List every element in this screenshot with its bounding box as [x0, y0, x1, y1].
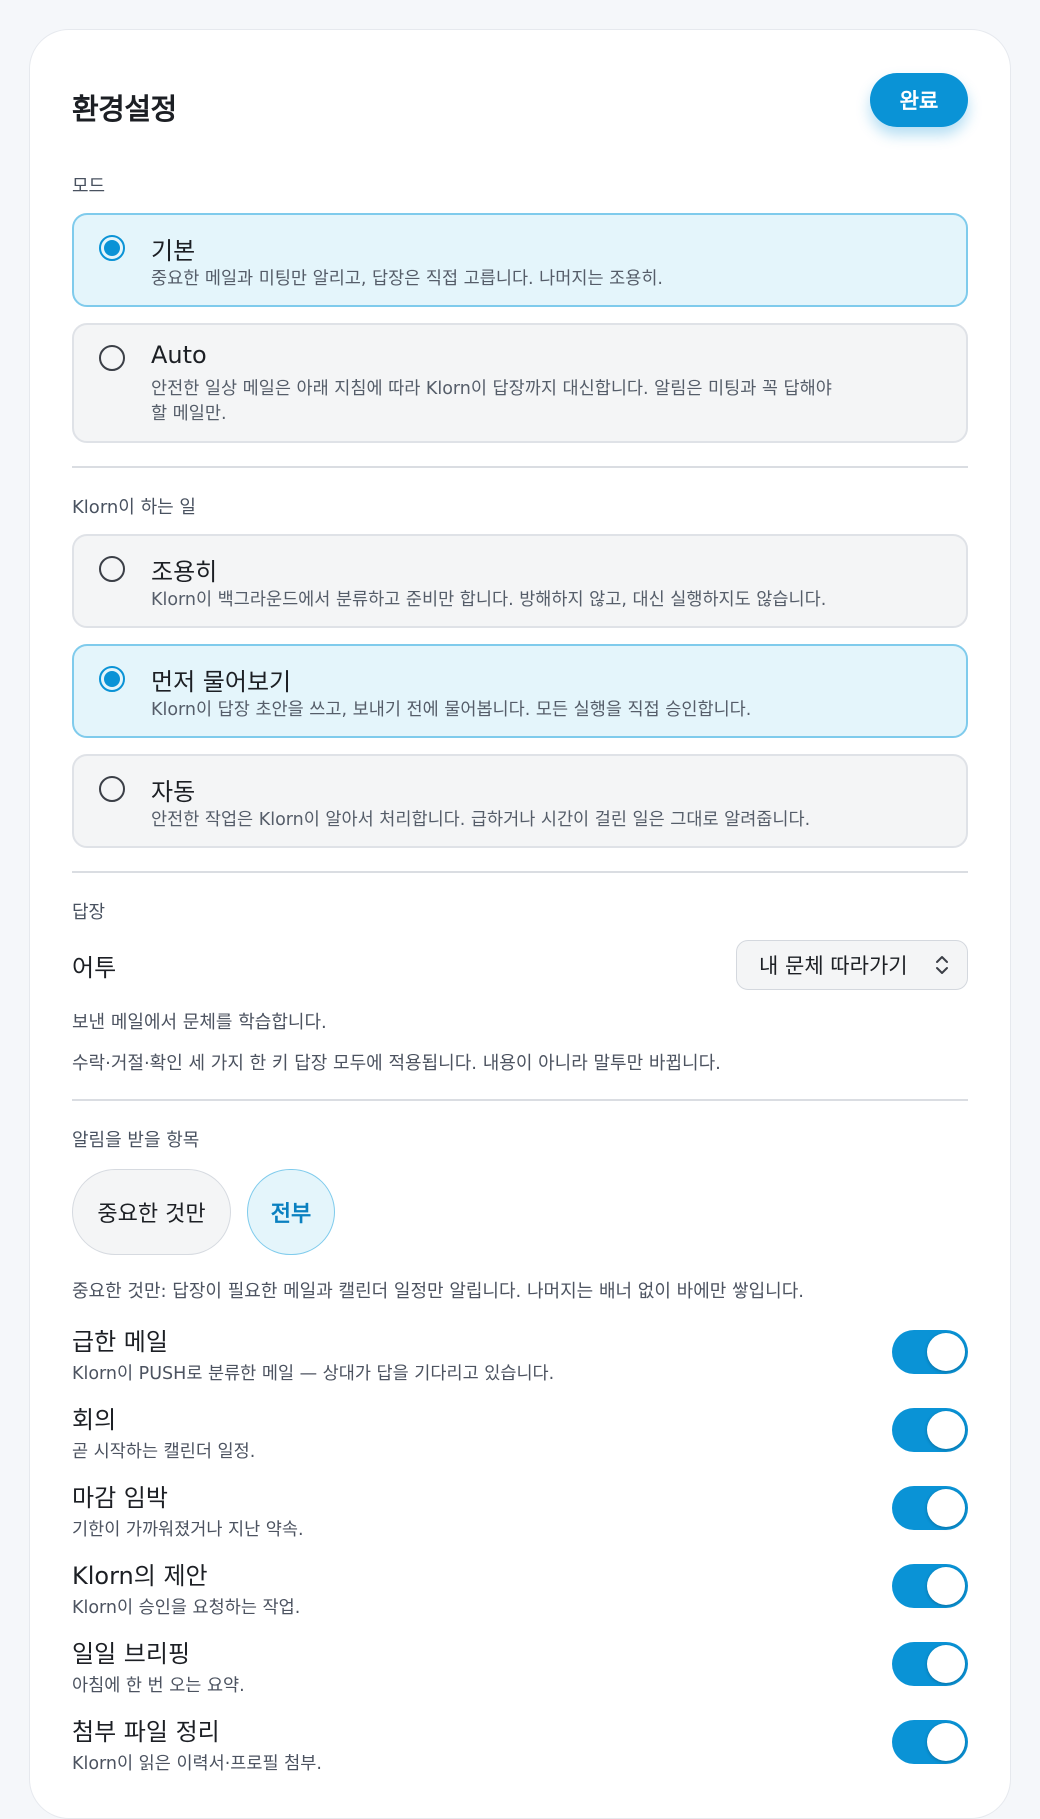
notify-row-deadlines: 마감 임박 기한이 가까워졌거나 지난 약속.	[72, 1478, 968, 1548]
toggle-title: 급한 메일	[72, 1328, 168, 1356]
option-title: 기본	[151, 237, 196, 265]
toggle-description: 기한이 가까워졌거나 지난 약속.	[72, 1520, 304, 1540]
option-description: Klorn이 백그라운드에서 분류하고 준비만 합니다. 방해하지 않고, 대신…	[151, 590, 827, 610]
tone-scope-text: 수락·거절·확인 세 가지 한 키 답장 모두에 적용됩니다. 내용이 아니라 …	[72, 1053, 721, 1074]
toggle-title: 회의	[72, 1406, 117, 1434]
option-description: Klorn이 답장 초안을 쓰고, 보내기 전에 물어봅니다. 모든 실행을 직…	[151, 700, 752, 720]
toggle-title: 일일 브리핑	[72, 1640, 191, 1668]
radio-unselected-icon[interactable]	[99, 776, 125, 802]
mode-option-auto[interactable]: Auto 안전한 일상 메일은 아래 지침에 따라 Klorn이 답장까지 대신…	[72, 323, 968, 443]
done-button[interactable]: 완료	[870, 73, 968, 127]
radio-selected-icon[interactable]	[99, 235, 125, 261]
tone-help-text: 보낸 메일에서 문체를 학습합니다.	[72, 1012, 327, 1033]
behavior-option-auto[interactable]: 자동 안전한 작업은 Klorn이 알아서 처리합니다. 급하거나 시간이 걸린…	[72, 754, 968, 848]
option-description: 안전한 작업은 Klorn이 알아서 처리합니다. 급하거나 시간이 걸린 일은…	[151, 810, 811, 830]
divider	[72, 466, 968, 468]
section-label-reply: 답장	[72, 902, 106, 923]
option-title: Auto	[151, 341, 207, 369]
radio-selected-icon[interactable]	[99, 666, 125, 692]
urgent-mail-toggle[interactable]	[892, 1330, 968, 1374]
notify-row-suggestions: Klorn의 제안 Klorn이 승인을 요청하는 작업.	[72, 1556, 968, 1626]
notify-row-attachments: 첨부 파일 정리 Klorn이 읽은 이력서·프로필 첨부.	[72, 1712, 968, 1782]
option-title: 자동	[151, 778, 196, 806]
toggle-description: 곧 시작하는 캘린더 일정.	[72, 1442, 256, 1462]
radio-unselected-icon[interactable]	[99, 556, 125, 582]
filter-important-only[interactable]: 중요한 것만	[72, 1169, 231, 1255]
notify-row-meetings: 회의 곧 시작하는 캘린더 일정.	[72, 1400, 968, 1470]
toggle-title: 마감 임박	[72, 1484, 168, 1512]
tone-select[interactable]: 내 문체 따라가기	[736, 940, 968, 990]
notify-row-urgent-mail: 급한 메일 Klorn이 PUSH로 분류한 메일 — 상대가 답을 기다리고 …	[72, 1322, 968, 1392]
tone-label: 어투	[72, 954, 117, 982]
option-title: 먼저 물어보기	[151, 668, 292, 696]
toggle-description: Klorn이 승인을 요청하는 작업.	[72, 1598, 301, 1618]
daily-briefing-toggle[interactable]	[892, 1642, 968, 1686]
divider	[72, 1099, 968, 1101]
suggestions-toggle[interactable]	[892, 1564, 968, 1608]
tone-select-value: 내 문체 따라가기	[759, 954, 908, 978]
radio-unselected-icon[interactable]	[99, 345, 125, 371]
mode-option-basic[interactable]: 기본 중요한 메일과 미팅만 알리고, 답장은 직접 고릅니다. 나머지는 조용…	[72, 213, 968, 307]
chevron-up-down-icon	[936, 956, 948, 974]
divider	[72, 871, 968, 873]
section-label-mode: 모드	[72, 176, 106, 197]
toggle-description: Klorn이 PUSH로 분류한 메일 — 상대가 답을 기다리고 있습니다.	[72, 1364, 555, 1384]
header: 환경설정 완료	[72, 72, 968, 128]
toggle-title: Klorn의 제안	[72, 1562, 208, 1590]
toggle-description: Klorn이 읽은 이력서·프로필 첨부.	[72, 1754, 322, 1774]
option-description: 중요한 메일과 미팅만 알리고, 답장은 직접 고릅니다. 나머지는 조용히.	[151, 269, 663, 289]
attachments-toggle[interactable]	[892, 1720, 968, 1764]
notify-row-daily-briefing: 일일 브리핑 아침에 한 번 오는 요약.	[72, 1634, 968, 1704]
page-title: 환경설정	[72, 92, 177, 126]
filter-help-text: 중요한 것만: 답장이 필요한 메일과 캘린더 일정만 알립니다. 나머지는 배…	[72, 1281, 805, 1302]
section-label-behavior: Klorn이 하는 일	[72, 497, 196, 518]
toggle-description: 아침에 한 번 오는 요약.	[72, 1676, 245, 1696]
settings-panel: 환경설정 완료 모드 기본 중요한 메일과 미팅만 알리고, 답장은 직접 고릅…	[29, 29, 1011, 1819]
toggle-title: 첨부 파일 정리	[72, 1718, 220, 1746]
option-description: 안전한 일상 메일은 아래 지침에 따라 Klorn이 답장까지 대신합니다. …	[151, 379, 832, 424]
section-label-notifications: 알림을 받을 항목	[72, 1130, 200, 1151]
behavior-option-quiet[interactable]: 조용히 Klorn이 백그라운드에서 분류하고 준비만 합니다. 방해하지 않고…	[72, 534, 968, 628]
filter-all[interactable]: 전부	[247, 1169, 335, 1255]
deadlines-toggle[interactable]	[892, 1486, 968, 1530]
meetings-toggle[interactable]	[892, 1408, 968, 1452]
behavior-option-ask-first[interactable]: 먼저 물어보기 Klorn이 답장 초안을 쓰고, 보내기 전에 물어봅니다. …	[72, 644, 968, 738]
option-title: 조용히	[151, 558, 218, 586]
